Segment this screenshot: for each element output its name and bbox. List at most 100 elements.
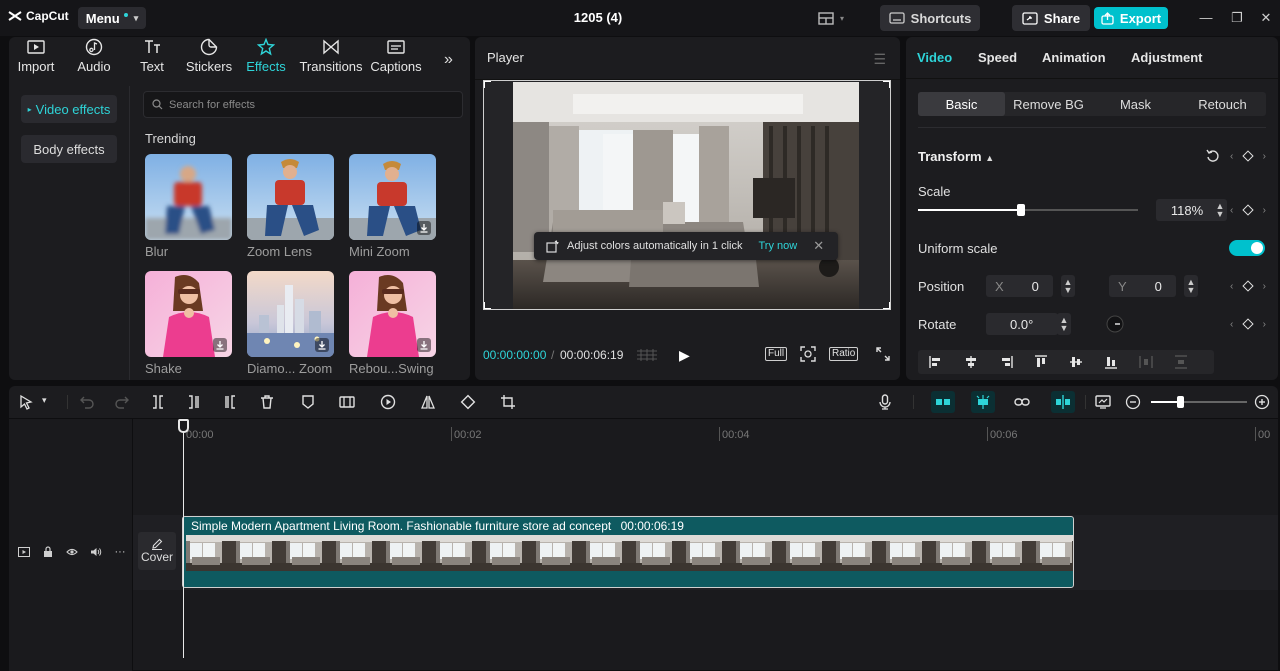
chevron-down-icon[interactable]: ▾: [42, 395, 47, 406]
align-center-h-icon[interactable]: [953, 350, 988, 374]
tab-import[interactable]: Import: [15, 37, 57, 79]
subtab-mask[interactable]: Mask: [1092, 92, 1179, 116]
reset-icon[interactable]: [1206, 149, 1220, 163]
position-x-field[interactable]: X 0: [986, 275, 1053, 297]
keyframe-diamond-icon[interactable]: [1242, 280, 1254, 292]
redo-icon[interactable]: [114, 394, 130, 410]
position-y-stepper[interactable]: ▲ ▼: [1184, 275, 1198, 297]
frame-corner-handle[interactable]: [483, 80, 491, 88]
subtab-remove-bg[interactable]: Remove BG: [1005, 92, 1092, 116]
align-top-icon[interactable]: [1023, 350, 1058, 374]
scale-value-field[interactable]: 118%: [1156, 199, 1218, 221]
fullscreen-full-button[interactable]: Full: [765, 347, 788, 361]
scale-slider-knob[interactable]: [1017, 204, 1026, 216]
scale-stepper[interactable]: ▲ ▼: [1213, 199, 1227, 221]
tab-stickers[interactable]: Stickers: [185, 37, 233, 79]
close-icon[interactable]: ✕: [1258, 10, 1274, 26]
tab-animation[interactable]: Animation: [1042, 50, 1106, 65]
rotation-dial-icon[interactable]: [1106, 315, 1124, 333]
ratio-button[interactable]: Ratio: [829, 347, 859, 361]
timeline-zoom-slider[interactable]: [1151, 396, 1247, 408]
share-button[interactable]: Share: [1012, 5, 1090, 31]
waveform-icon[interactable]: [636, 348, 658, 362]
keyframe-control[interactable]: ‹ ›: [1230, 149, 1266, 163]
try-now-link[interactable]: Try now: [758, 240, 797, 252]
shortcuts-button[interactable]: Shortcuts: [880, 5, 980, 31]
rotate-stepper[interactable]: ▲ ▼: [1057, 313, 1071, 335]
sidebar-item-body-effects[interactable]: Body effects: [21, 135, 117, 163]
tab-adjustment[interactable]: Adjustment: [1131, 50, 1203, 65]
position-y-field[interactable]: Y 0: [1109, 275, 1176, 297]
uniform-scale-toggle[interactable]: [1229, 240, 1265, 256]
prev-keyframe-icon[interactable]: ‹: [1230, 319, 1233, 330]
more-options-icon[interactable]: ···: [113, 545, 127, 559]
more-tabs-icon[interactable]: »: [444, 51, 453, 69]
keyframe-diamond-icon[interactable]: [1242, 150, 1254, 162]
select-cursor-icon[interactable]: [18, 394, 34, 410]
undo-icon[interactable]: [79, 394, 95, 410]
keyframe-control[interactable]: ‹ ›: [1230, 203, 1266, 217]
download-icon[interactable]: [315, 338, 329, 352]
marker-icon[interactable]: [300, 394, 316, 410]
position-x-stepper[interactable]: ▲ ▼: [1061, 275, 1075, 297]
rotate-value-field[interactable]: 0.0°: [986, 313, 1058, 335]
effect-card-blur[interactable]: Blur: [145, 154, 232, 259]
transform-section-toggle[interactable]: Transform ▲: [918, 149, 994, 164]
auto-snap-button[interactable]: [971, 391, 995, 413]
reverse-play-icon[interactable]: [380, 394, 396, 410]
mirror-icon[interactable]: [420, 394, 436, 410]
tab-transitions[interactable]: Transitions: [298, 37, 364, 79]
zoom-slider-knob[interactable]: [1176, 396, 1184, 408]
subtab-retouch[interactable]: Retouch: [1179, 92, 1266, 116]
sidebar-item-video-effects[interactable]: ▸ Video effects: [21, 95, 117, 123]
trash-icon[interactable]: [259, 394, 275, 410]
delete-right-icon[interactable]: [222, 394, 238, 410]
effect-card-shake[interactable]: Shake: [145, 271, 232, 376]
freeze-frame-icon[interactable]: [339, 394, 355, 410]
menu-button[interactable]: Menu ▾: [78, 7, 146, 29]
frame-corner-handle[interactable]: [883, 302, 891, 310]
align-right-icon[interactable]: [988, 350, 1023, 374]
effect-card-mini-zoom[interactable]: Mini Zoom: [349, 154, 436, 259]
tab-video[interactable]: Video: [917, 50, 952, 65]
frame-corner-handle[interactable]: [483, 302, 491, 310]
download-icon[interactable]: [417, 338, 431, 352]
zoom-in-icon[interactable]: [1254, 394, 1270, 410]
close-icon[interactable]: ✕: [813, 238, 824, 254]
effect-card-rebound-swing[interactable]: Rebou...Swing: [349, 271, 436, 376]
split-icon[interactable]: [150, 394, 166, 410]
zoom-out-icon[interactable]: [1125, 394, 1141, 410]
tab-text[interactable]: Text: [137, 37, 167, 79]
player-viewport[interactable]: [483, 80, 891, 310]
next-keyframe-icon[interactable]: ›: [1263, 281, 1266, 292]
playhead-handle[interactable]: [178, 419, 189, 433]
keyframe-control[interactable]: ‹ ›: [1230, 279, 1266, 293]
next-keyframe-icon[interactable]: ›: [1263, 319, 1266, 330]
prev-keyframe-icon[interactable]: ‹: [1230, 281, 1233, 292]
frame-corner-handle[interactable]: [883, 80, 891, 88]
timeline-preview-icon[interactable]: [1095, 394, 1111, 410]
expand-icon[interactable]: [876, 347, 890, 361]
next-keyframe-icon[interactable]: ›: [1263, 205, 1266, 216]
rotate-icon[interactable]: [460, 394, 476, 410]
prev-keyframe-icon[interactable]: ‹: [1230, 205, 1233, 216]
next-keyframe-icon[interactable]: ›: [1263, 151, 1266, 162]
effects-search[interactable]: [143, 91, 463, 118]
keyframe-diamond-icon[interactable]: [1242, 318, 1254, 330]
zoom-fit-icon[interactable]: [800, 346, 816, 362]
align-center-v-icon[interactable]: [1058, 350, 1093, 374]
eye-icon[interactable]: [65, 545, 79, 559]
download-icon[interactable]: [417, 221, 431, 235]
keyframe-diamond-icon[interactable]: [1242, 204, 1254, 216]
crop-icon[interactable]: [500, 394, 516, 410]
effect-card-zoom-lens[interactable]: Zoom Lens: [247, 154, 334, 259]
minimize-icon[interactable]: —: [1198, 10, 1214, 26]
video-clip[interactable]: Simple Modern Apartment Living Room. Fas…: [182, 516, 1074, 588]
tab-audio[interactable]: Audio: [76, 37, 112, 79]
maximize-icon[interactable]: ❐: [1229, 10, 1245, 26]
tab-speed[interactable]: Speed: [978, 50, 1017, 65]
align-left-icon[interactable]: [918, 350, 953, 374]
microphone-icon[interactable]: [877, 394, 893, 410]
layout-button[interactable]: ▾: [818, 10, 852, 26]
search-input[interactable]: [169, 98, 449, 111]
